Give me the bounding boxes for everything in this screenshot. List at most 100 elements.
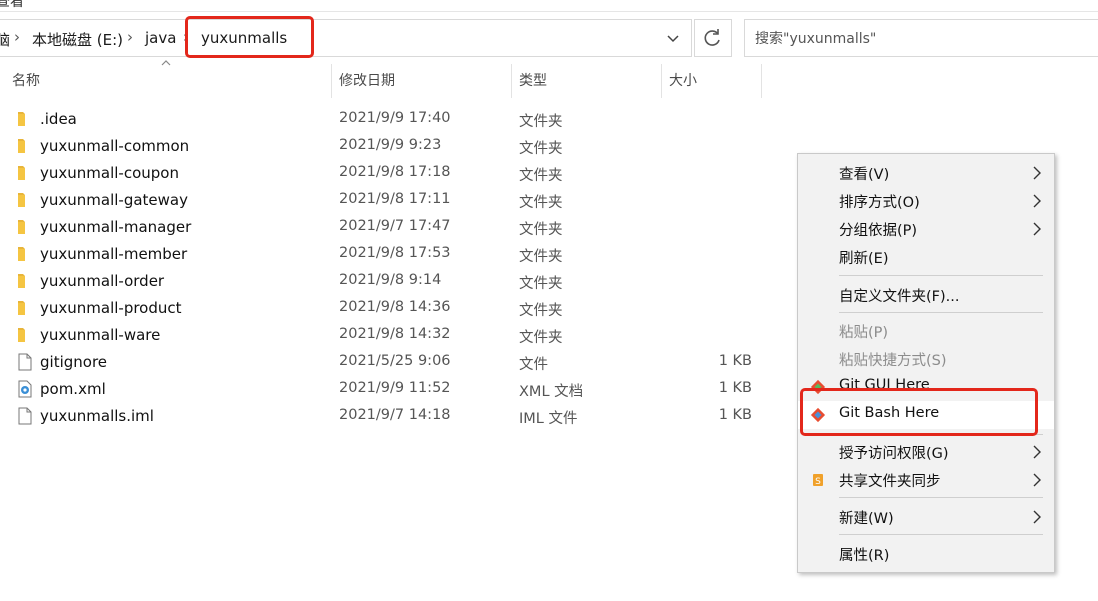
file-row[interactable]: yuxunmall-ware 2021/9/8 14:32 文件夹 [0, 322, 780, 349]
file-type: 文件夹 [519, 276, 563, 292]
menu-item-paste[interactable]: 粘贴(P) [798, 317, 1054, 345]
file-name[interactable]: yuxunmall-order [40, 272, 164, 290]
breadcrumb-local-disk[interactable]: 本地磁盘 (E:) [32, 29, 123, 50]
menu-item-label: 共享文件夹同步 [839, 474, 941, 490]
chevron-right-icon [1033, 166, 1041, 180]
menu-item-new[interactable]: 新建(W) [798, 503, 1054, 531]
breadcrumb-java[interactable]: java [145, 29, 176, 47]
breadcrumb-separator[interactable]: › [127, 28, 133, 46]
search-input[interactable] [753, 28, 1087, 50]
folder-icon [18, 328, 25, 342]
menu-item-label: 排序方式(O) [839, 195, 920, 211]
menu-item-label: 自定义文件夹(F)... [839, 289, 960, 305]
refresh-icon [704, 29, 720, 46]
chevron-right-icon [1033, 445, 1041, 459]
sync-folder-icon: S [813, 474, 823, 487]
chevron-right-icon [1033, 194, 1041, 208]
file-date: 2021/9/9 17:40 [339, 110, 451, 126]
file-row[interactable]: yuxunmall-gateway 2021/9/8 17:11 文件夹 [0, 187, 780, 214]
breadcrumb-separator[interactable]: › [14, 28, 20, 46]
file-type: 文件夹 [519, 114, 563, 130]
file-icon [18, 353, 32, 371]
file-row[interactable]: gitignore 2021/5/25 9:06 文件 1 KB [0, 349, 780, 376]
file-name[interactable]: pom.xml [40, 380, 106, 398]
menu-item-properties[interactable]: 属性(R) [798, 540, 1054, 568]
file-date: 2021/9/7 17:47 [339, 218, 451, 234]
file-name[interactable]: yuxunmall-manager [40, 218, 191, 236]
file-date: 2021/9/8 17:18 [339, 164, 451, 180]
file-date: 2021/9/9 11:52 [339, 380, 451, 396]
file-name[interactable]: yuxunmall-common [40, 137, 189, 155]
menu-item-group-by[interactable]: 分组依据(P) [798, 215, 1054, 243]
menu-item-sync-shared[interactable]: S 共享文件夹同步 [798, 466, 1054, 494]
chevron-right-icon [1033, 222, 1041, 236]
file-date: 2021/9/8 14:32 [339, 326, 451, 342]
file-name[interactable]: yuxunmalls.iml [40, 407, 154, 425]
folder-icon [18, 220, 25, 234]
menu-separator [839, 275, 1043, 276]
menu-item-label: 刷新(E) [839, 251, 889, 267]
file-name[interactable]: .idea [40, 110, 77, 128]
refresh-button[interactable] [694, 19, 732, 57]
file-row[interactable]: yuxunmall-coupon 2021/9/8 17:18 文件夹 [0, 160, 780, 187]
menu-item-label: 粘贴快捷方式(S) [839, 353, 947, 369]
search-box[interactable] [744, 19, 1098, 57]
menu-item-give-access[interactable]: 授予访问权限(G) [798, 438, 1054, 466]
column-header-date[interactable]: 修改日期 [331, 64, 511, 98]
menu-separator [839, 497, 1043, 498]
menu-view-label[interactable]: 查看 [0, 0, 24, 11]
folder-icon [18, 247, 25, 261]
file-type: IML 文件 [519, 411, 578, 427]
file-size: 1 KB [718, 353, 752, 369]
folder-icon [18, 112, 25, 126]
file-row[interactable]: yuxunmall-common 2021/9/9 9:23 文件夹 [0, 133, 780, 160]
menu-item-label: 分组依据(P) [839, 223, 918, 239]
file-row[interactable]: yuxunmall-member 2021/9/8 17:53 文件夹 [0, 241, 780, 268]
column-divider[interactable] [761, 64, 762, 98]
file-type: 文件夹 [519, 249, 563, 265]
folder-icon [18, 301, 25, 315]
file-name[interactable]: yuxunmall-product [40, 299, 182, 317]
file-name[interactable]: yuxunmall-member [40, 245, 187, 263]
chevron-right-icon [1033, 510, 1041, 524]
ribbon-divider [0, 11, 1098, 12]
file-name[interactable]: yuxunmall-ware [40, 326, 160, 344]
file-type: 文件夹 [519, 141, 563, 157]
menu-item-label: 属性(R) [839, 548, 890, 564]
file-name[interactable]: yuxunmall-gateway [40, 191, 188, 209]
file-name[interactable]: gitignore [40, 353, 107, 371]
menu-item-refresh[interactable]: 刷新(E) [798, 243, 1054, 271]
menu-item-label: 新建(W) [839, 511, 894, 527]
column-header-name[interactable]: 名称 [4, 64, 330, 98]
file-row[interactable]: yuxunmall-manager 2021/9/7 17:47 文件夹 [0, 214, 780, 241]
chevron-down-icon[interactable] [659, 28, 687, 50]
column-header-size[interactable]: 大小 [661, 64, 761, 98]
file-date: 2021/9/8 9:14 [339, 272, 442, 288]
address-bar[interactable]: 脑 › 本地磁盘 (E:) › java › yuxunmalls [0, 19, 692, 57]
file-date: 2021/9/7 14:18 [339, 407, 451, 423]
git-bash-highlight [800, 388, 1038, 436]
breadcrumb-this-pc[interactable]: 脑 [0, 29, 10, 50]
file-type: 文件夹 [519, 330, 563, 346]
menu-item-label: 授予访问权限(G) [839, 446, 949, 462]
file-type: 文件 [519, 357, 548, 373]
menu-item-label: 查看(V) [839, 167, 890, 183]
menu-item-customize-folder[interactable]: 自定义文件夹(F)... [798, 281, 1054, 309]
file-type: 文件夹 [519, 303, 563, 319]
file-icon [18, 407, 32, 425]
file-row[interactable]: yuxunmall-product 2021/9/8 14:36 文件夹 [0, 295, 780, 322]
file-row[interactable]: pom.xml 2021/9/9 11:52 XML 文档 1 KB [0, 376, 780, 403]
column-header-type[interactable]: 类型 [511, 64, 661, 98]
file-row[interactable]: yuxunmall-order 2021/9/8 9:14 文件夹 [0, 268, 780, 295]
file-type: 文件夹 [519, 168, 563, 184]
file-row[interactable]: .idea 2021/9/9 17:40 文件夹 [0, 106, 780, 133]
file-date: 2021/9/8 17:11 [339, 191, 451, 207]
file-date: 2021/9/8 17:53 [339, 245, 451, 261]
file-date: 2021/5/25 9:06 [339, 353, 451, 369]
file-row[interactable]: yuxunmalls.iml 2021/9/7 14:18 IML 文件 1 K… [0, 403, 780, 430]
file-name[interactable]: yuxunmall-coupon [40, 164, 179, 182]
menu-item-view[interactable]: 查看(V) [798, 159, 1054, 187]
menu-item-paste-shortcut[interactable]: 粘贴快捷方式(S) [798, 345, 1054, 373]
menu-item-sort-by[interactable]: 排序方式(O) [798, 187, 1054, 215]
menu-item-label: 粘贴(P) [839, 325, 889, 341]
